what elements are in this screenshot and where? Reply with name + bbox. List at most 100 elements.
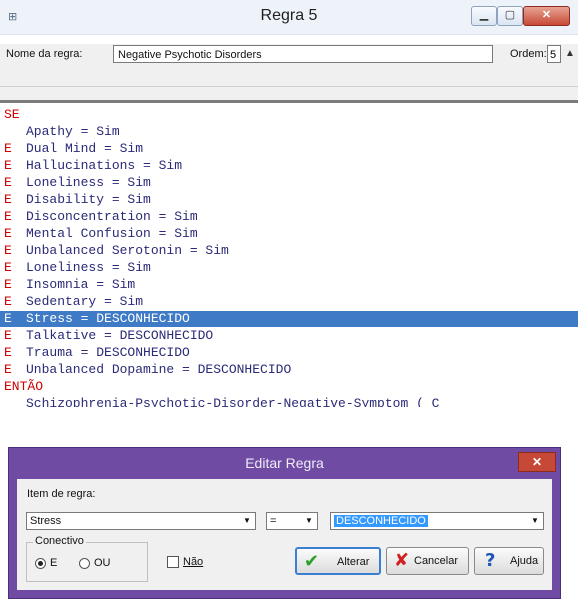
connective-group: Conectivo E OU bbox=[26, 535, 148, 582]
rule-name-label: Nome da regra: bbox=[6, 48, 83, 60]
rule-condition-line[interactable]: E Hallucinations = Sim bbox=[0, 158, 578, 174]
checkmark-icon: ✔ bbox=[304, 551, 320, 572]
condition-text: Hallucinations = Sim bbox=[26, 158, 183, 173]
rule-name-input[interactable]: Negative Psychotic Disorders bbox=[113, 45, 493, 63]
cancel-x-icon: ✘ bbox=[394, 550, 410, 571]
divider bbox=[0, 100, 578, 103]
value-value: DESCONHECIDO bbox=[334, 515, 428, 527]
connector-keyword: E bbox=[4, 362, 12, 377]
rule-condition-line[interactable]: E Stress = DESCONHECIDO bbox=[0, 311, 578, 327]
connector-keyword: E bbox=[4, 328, 12, 343]
connective-label: Conectivo bbox=[33, 535, 86, 547]
rule-condition-line[interactable]: E Unbalanced Dopamine = DESCONHECIDO bbox=[0, 362, 578, 378]
then-keyword: ENTÃO bbox=[4, 379, 44, 394]
condition-text: Loneliness = Sim bbox=[26, 175, 151, 190]
close-button[interactable]: ✕ bbox=[523, 6, 570, 26]
order-label: Ordem: bbox=[510, 48, 547, 60]
minimize-button[interactable]: ▁ bbox=[471, 6, 497, 26]
rule-then-keyword[interactable]: ENTÃO bbox=[0, 379, 578, 395]
edit-rule-dialog: Editar Regra ✕ Item de regra: Stress ▼ =… bbox=[8, 447, 561, 599]
radio-e-label: E bbox=[50, 557, 58, 569]
connector-keyword: E bbox=[4, 226, 12, 241]
rule-condition-line[interactable]: E Trauma = DESCONHECIDO bbox=[0, 345, 578, 361]
rule-text-area[interactable]: SE Apathy = Sim E Dual Mind = Sim E Hallucina… bbox=[0, 105, 578, 407]
connector-keyword: E bbox=[4, 260, 12, 275]
connector-keyword: E bbox=[4, 311, 12, 326]
chevron-down-icon[interactable]: ▼ bbox=[528, 514, 542, 528]
dialog-body: Item de regra: Stress ▼ = ▼ DESCONHECIDO… bbox=[17, 479, 552, 590]
minimize-icon: ▁ bbox=[479, 9, 489, 21]
connector-keyword: E bbox=[4, 345, 12, 360]
toolbar-band bbox=[0, 66, 578, 86]
order-input[interactable]: 5 bbox=[547, 45, 561, 63]
radio-unselected-icon bbox=[79, 557, 90, 569]
rule-condition-line[interactable]: E Loneliness = Sim bbox=[0, 260, 578, 276]
condition-text: Trauma = DESCONHECIDO bbox=[26, 345, 190, 360]
not-checkbox[interactable]: Não bbox=[167, 556, 203, 569]
ajuda-button[interactable]: ? Ajuda bbox=[474, 547, 544, 575]
dialog-title: Editar Regra bbox=[245, 455, 324, 471]
radio-selected-icon bbox=[35, 557, 46, 569]
toolbar-band-lower bbox=[0, 86, 578, 101]
radio-ou[interactable]: OU bbox=[79, 557, 111, 569]
operator-value: = bbox=[270, 515, 277, 527]
connector-keyword: E bbox=[4, 158, 12, 173]
condition-text: Stress = DESCONHECIDO bbox=[26, 311, 190, 326]
rule-condition-line[interactable]: E Talkative = DESCONHECIDO bbox=[0, 328, 578, 344]
rule-conclusion-line[interactable]: Schizophrenia-Psychotic-Disorder-Negativ… bbox=[0, 396, 578, 407]
rule-editor-window: ⊞ Regra 5 ▁ ▢ ✕ Nome da regra: Negative … bbox=[0, 0, 578, 608]
dialog-close-button[interactable]: ✕ bbox=[518, 452, 556, 472]
rule-condition-line[interactable]: E Disability = Sim bbox=[0, 192, 578, 208]
rule-condition-line[interactable]: E Mental Confusion = Sim bbox=[0, 226, 578, 242]
rule-item-select[interactable]: Stress ▼ bbox=[26, 512, 256, 530]
radio-ou-label: OU bbox=[94, 557, 111, 569]
value-select[interactable]: DESCONHECIDO ▼ bbox=[330, 512, 544, 530]
rule-condition-line[interactable]: E Sedentary = Sim bbox=[0, 294, 578, 310]
alterar-button[interactable]: ✔ Alterar bbox=[295, 547, 381, 575]
rule-condition-line[interactable]: E Dual Mind = Sim bbox=[0, 141, 578, 157]
radio-e[interactable]: E bbox=[35, 557, 57, 569]
chevron-down-icon[interactable]: ▼ bbox=[302, 514, 316, 528]
condition-text: Sedentary = Sim bbox=[26, 294, 144, 309]
cancelar-button[interactable]: ✘ Cancelar bbox=[386, 547, 469, 575]
chevron-down-icon[interactable]: ▼ bbox=[240, 514, 254, 528]
scroll-up-icon[interactable]: ▲ bbox=[562, 44, 578, 66]
condition-text: Insomnia = Sim bbox=[26, 277, 136, 292]
alterar-label: Alterar bbox=[337, 556, 370, 568]
close-icon: ✕ bbox=[531, 455, 543, 469]
rule-item-value: Stress bbox=[30, 515, 62, 527]
connector-keyword: E bbox=[4, 175, 12, 190]
maximize-button[interactable]: ▢ bbox=[497, 6, 523, 26]
condition-text: Unbalanced Dopamine = DESCONHECIDO bbox=[26, 362, 292, 377]
rule-item-label: Item de regra: bbox=[27, 488, 96, 500]
close-icon: ✕ bbox=[541, 9, 552, 21]
condition-text: Dual Mind = Sim bbox=[26, 141, 144, 156]
maximize-icon: ▢ bbox=[504, 9, 516, 21]
if-keyword: SE bbox=[4, 107, 20, 122]
condition-text: Disability = Sim bbox=[26, 192, 151, 207]
condition-text: Unbalanced Serotonin = Sim bbox=[26, 243, 229, 258]
rule-if-keyword[interactable]: SE bbox=[0, 107, 578, 123]
cancelar-label: Cancelar bbox=[414, 555, 459, 567]
conclusion-text: Schizophrenia-Psychotic-Disorder-Negativ… bbox=[26, 396, 440, 407]
condition-text: Loneliness = Sim bbox=[26, 260, 151, 275]
connector-keyword: E bbox=[4, 192, 12, 207]
operator-select[interactable]: = ▼ bbox=[266, 512, 318, 530]
title-bar[interactable]: ⊞ Regra 5 ▁ ▢ ✕ bbox=[0, 0, 578, 35]
rule-condition-line[interactable]: E Insomnia = Sim bbox=[0, 277, 578, 293]
rule-condition-line[interactable]: E Unbalanced Serotonin = Sim bbox=[0, 243, 578, 259]
rule-condition-line[interactable]: Apathy = Sim bbox=[0, 124, 578, 140]
connector-keyword: E bbox=[4, 141, 12, 156]
condition-text: Talkative = DESCONHECIDO bbox=[26, 328, 214, 343]
condition-text: Apathy = Sim bbox=[26, 124, 120, 139]
connector-keyword: E bbox=[4, 277, 12, 292]
rule-condition-line[interactable]: E Disconcentration = Sim bbox=[0, 209, 578, 225]
checkbox-icon bbox=[167, 556, 179, 569]
rule-condition-line[interactable]: E Loneliness = Sim bbox=[0, 175, 578, 191]
condition-text: Mental Confusion = Sim bbox=[26, 226, 198, 241]
help-icon: ? bbox=[485, 550, 496, 571]
condition-text: Disconcentration = Sim bbox=[26, 209, 198, 224]
connector-keyword: E bbox=[4, 243, 12, 258]
ajuda-label: Ajuda bbox=[510, 555, 539, 567]
connector-keyword: E bbox=[4, 294, 12, 309]
